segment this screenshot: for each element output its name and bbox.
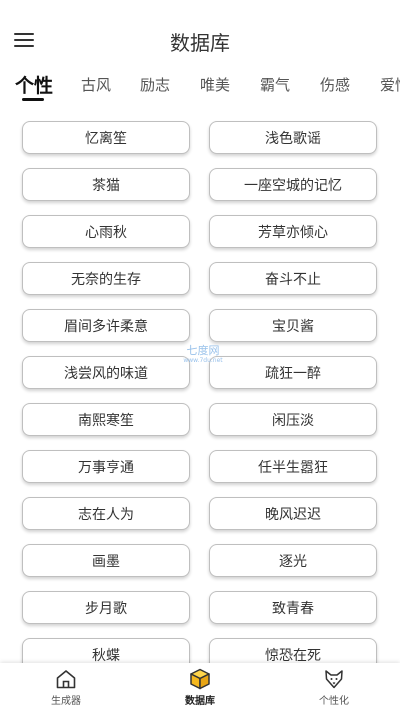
home-icon [56,670,76,689]
list-item[interactable]: 致青春 [209,591,377,624]
list-item[interactable]: 茶猫 [22,168,190,201]
nav-generator[interactable]: 生成器 [11,667,121,707]
tab-gexing[interactable]: 个性 [15,71,53,98]
tab-baqi[interactable]: 霸气 [260,74,290,95]
list-item[interactable]: 浅尝风的味道 [22,356,190,389]
list-item[interactable]: 宝贝酱 [209,309,377,342]
list-item[interactable]: 芳草亦倾心 [209,215,377,248]
nav-database[interactable]: 数据库 [145,667,255,707]
tab-weimei[interactable]: 唯美 [200,74,230,95]
tab-gufeng[interactable]: 古风 [81,74,111,95]
list-item[interactable]: 南熙寒笙 [22,403,190,436]
list-item[interactable]: 闲压淡 [209,403,377,436]
nav-label: 数据库 [185,696,215,707]
list-item[interactable]: 逐光 [209,544,377,577]
nav-label: 个性化 [319,696,349,707]
list-item[interactable]: 志在人为 [22,497,190,530]
fox-icon [325,670,343,689]
list-item[interactable]: 画墨 [22,544,190,577]
list-item[interactable]: 无奈的生存 [22,262,190,295]
tab-aiqing[interactable]: 爱情 [380,74,400,95]
list-item[interactable]: 万事亨通 [22,450,190,483]
nickname-list: 忆离笙 浅色歌谣 茶猫 一座空城的记忆 心雨秋 芳草亦倾心 无奈的生存 奋斗不止… [0,119,400,663]
list-item[interactable]: 眉间多许柔意 [22,309,190,342]
tab-shanggan[interactable]: 伤感 [320,74,350,95]
list-item[interactable]: 惊恐在死 [209,638,377,663]
category-tabs: 个性 古风 励志 唯美 霸气 伤感 爱情 [0,70,400,104]
list-item[interactable]: 浅色歌谣 [209,121,377,154]
list-item[interactable]: 秋蝶 [22,638,190,663]
list-item[interactable]: 忆离笙 [22,121,190,154]
nav-label: 生成器 [51,696,81,707]
active-tab-indicator [22,98,44,101]
list-item[interactable]: 心雨秋 [22,215,190,248]
page-title: 数据库 [170,31,230,55]
list-item[interactable]: 任半生嚣狂 [209,450,377,483]
cube-icon [190,668,210,690]
nav-personalize[interactable]: 个性化 [279,667,389,707]
list-item[interactable]: 晚风迟迟 [209,497,377,530]
app-header: 数据库 [0,0,400,70]
list-item[interactable]: 一座空城的记忆 [209,168,377,201]
list-item[interactable]: 疏狂一醉 [209,356,377,389]
list-item[interactable]: 奋斗不止 [209,262,377,295]
bottom-navigation: 生成器 数据库 个性化 [0,663,400,711]
list-item[interactable]: 步月歌 [22,591,190,624]
tab-lizhi[interactable]: 励志 [140,74,170,95]
